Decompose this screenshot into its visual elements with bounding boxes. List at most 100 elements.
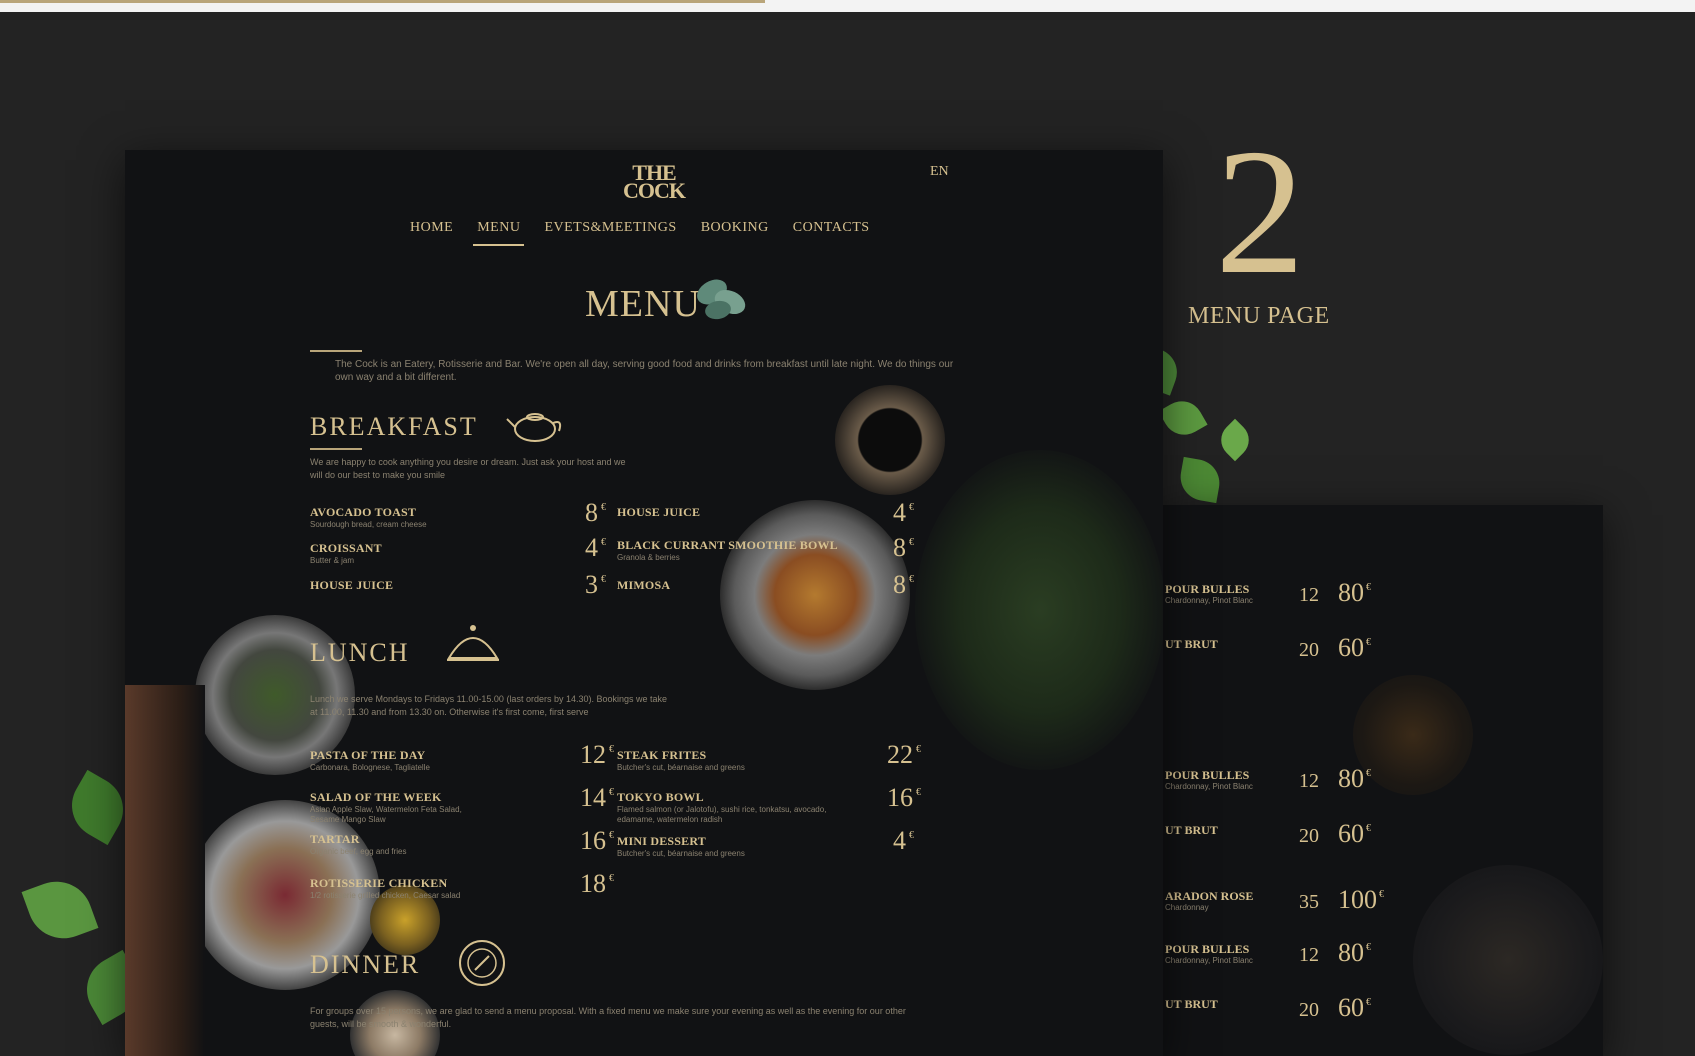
item-price: 4 €	[893, 826, 914, 855]
waffles-plate-photo	[720, 500, 910, 690]
divider	[310, 448, 362, 450]
menu-item: PASTA OF THE DAY Carbonara, Bolognese, T…	[310, 748, 575, 773]
nav-menu[interactable]: MENU	[465, 220, 532, 246]
item-name: ROTISSERIE CHICKEN	[310, 876, 448, 890]
drink-name: POUR BULLES	[1165, 942, 1250, 956]
cloche-icon	[447, 625, 499, 661]
drink-glass-price: 12	[1299, 944, 1319, 966]
drink-glass-price: 20	[1299, 825, 1319, 847]
item-name: BLACK CURRANT SMOOTHIE BOWL	[617, 538, 838, 552]
drink-bottle-price: 80 €	[1338, 764, 1371, 793]
page-title: MENU	[585, 283, 701, 325]
item-price: 4 €	[893, 498, 914, 527]
item-desc: Granola & berries	[617, 553, 680, 562]
nav-booking[interactable]: BOOKING	[689, 220, 781, 236]
nav-events[interactable]: EVETS&MEETINGS	[532, 220, 688, 236]
nav-contacts[interactable]: CONTACTS	[781, 220, 882, 236]
menu-item: AVOCADO TOAST Sourdough bread, cream che…	[310, 505, 575, 530]
menu-item: ROTISSERIE CHICKEN 1/2 rotisserie grille…	[310, 876, 575, 901]
logo-line2: COCK	[623, 178, 686, 203]
lunch-desc: Lunch we serve Mondays to Fridays 11.00-…	[310, 694, 668, 717]
menu-page-mockup: THE COCK EN HOME MENU EVETS&MEETINGS BOO…	[125, 150, 1163, 1056]
plant-photo	[915, 450, 1163, 770]
item-price: 22 €	[887, 740, 921, 769]
leaf-decoration	[1158, 393, 1208, 443]
item-price: 16 €	[580, 826, 614, 855]
item-price: 3 €	[585, 570, 606, 599]
main-nav: HOME MENU EVETS&MEETINGS BOOKING CONTACT…	[398, 220, 882, 246]
item-desc: Butter & jam	[310, 556, 355, 565]
drink-name: UT BRUT	[1165, 997, 1218, 1011]
nav-home[interactable]: HOME	[398, 220, 465, 236]
item-price: 14 €	[580, 783, 614, 812]
drink-name: POUR BULLES	[1165, 582, 1250, 596]
drink-name: POUR BULLES	[1165, 768, 1250, 782]
mint-leaves-icon	[697, 279, 746, 320]
drink-bottle-price: 60 €	[1338, 993, 1371, 1022]
item-name: HOUSE JUICE	[310, 578, 394, 592]
teapot-icon	[506, 413, 562, 442]
item-price: 8 €	[585, 498, 606, 527]
drink-bottle-price: 60 €	[1338, 819, 1371, 848]
leaf-decoration	[59, 769, 136, 846]
drink-name: UT BRUT	[1165, 823, 1218, 837]
drinks-row: UT BRUT 20 60 €	[1163, 993, 1603, 1033]
drink-bottle-price: 60 €	[1338, 633, 1371, 662]
item-price: 8 €	[893, 570, 914, 599]
item-name: STEAK FRITES	[617, 748, 707, 762]
item-price: 16 €	[887, 783, 921, 812]
language-switch[interactable]: EN	[930, 164, 949, 180]
item-name: TARTAR	[310, 832, 360, 846]
item-name: HOUSE JUICE	[617, 505, 701, 519]
menu-item: BLACK CURRANT SMOOTHIE BOWL Granola & be…	[617, 538, 882, 563]
dinner-title: DINNER	[310, 950, 421, 979]
item-name: MIMOSA	[617, 578, 671, 592]
divider	[310, 350, 362, 352]
item-price: 12 €	[580, 740, 614, 769]
drink-bottle-price: 80 €	[1338, 938, 1371, 967]
item-desc: Butcher's cut, béarnaise and greens	[617, 763, 745, 772]
drinks-row: ARADON ROSE Chardonnay 35 100 €	[1163, 885, 1603, 925]
breakfast-desc: We are happy to cook anything you desire…	[310, 457, 626, 480]
drink-glass-price: 20	[1299, 639, 1319, 661]
item-desc: Organic beef, egg and fries	[310, 847, 407, 856]
item-price: 8 €	[893, 533, 914, 562]
menu-item: CROISSANT Butter & jam	[310, 541, 575, 566]
drink-glass-price: 12	[1299, 584, 1319, 606]
item-desc: Sourdough bread, cream cheese	[310, 520, 427, 529]
dinner-desc: For groups over 15 persons, we are glad …	[310, 1006, 906, 1029]
intro-text: The Cock is an Eatery, Rotisserie and Ba…	[335, 359, 954, 383]
item-name: TOKYO BOWL	[617, 790, 704, 804]
menu-item: HOUSE JUICE	[310, 578, 575, 593]
item-desc: Asian Apple Slaw, Watermelon Feta Salad,…	[310, 805, 462, 824]
drink-bottle-price: 80 €	[1338, 578, 1371, 607]
leaf-decoration	[1176, 456, 1224, 504]
breakfast-title: BREAKFAST	[310, 412, 478, 441]
drinks-row: POUR BULLES Chardonnay, Pinot Blanc 12 80 €	[1163, 764, 1603, 804]
top-strip-accent	[0, 0, 765, 3]
item-name: CROISSANT	[310, 541, 382, 555]
hand-photo	[125, 685, 205, 1056]
drink-sub: Chardonnay, Pinot Blanc	[1165, 956, 1253, 965]
logo[interactable]: THE COCK	[604, 162, 704, 203]
item-desc: 1/2 rotisserie grilled chicken, Caesar s…	[310, 891, 461, 900]
drink-glass-price: 20	[1299, 999, 1319, 1021]
top-strip	[0, 0, 1695, 12]
leaf-decoration	[21, 871, 99, 949]
menu-item: TARTAR Organic beef, egg and fries	[310, 832, 575, 857]
menu-item: MIMOSA	[617, 578, 882, 593]
showcase-number: 2	[1215, 112, 1305, 311]
drinks-row: POUR BULLES Chardonnay, Pinot Blanc 12 80 €	[1163, 578, 1603, 618]
item-price: 18 €	[580, 869, 614, 898]
drinks-row: POUR BULLES Chardonnay, Pinot Blanc 12 80 €	[1163, 938, 1603, 978]
item-price: 4 €	[585, 533, 606, 562]
drinks-page-mockup: POUR BULLES Chardonnay, Pinot Blanc 12 80 € U…	[1163, 505, 1603, 1056]
drink-sub: Chardonnay	[1165, 903, 1209, 912]
drinks-row: UT BRUT 20 60 €	[1163, 819, 1603, 859]
menu-item: SALAD OF THE WEEK Asian Apple Slaw, Wate…	[310, 790, 575, 825]
item-desc: Flamed salmon (or Jalotofu), sushi rice,…	[617, 805, 827, 824]
item-desc: Butcher's cut, béarnaise and greens	[617, 849, 745, 858]
menu-item: STEAK FRITES Butcher's cut, béarnaise an…	[617, 748, 882, 773]
drink-sub: Chardonnay, Pinot Blanc	[1165, 596, 1253, 605]
drink-sub: Chardonnay, Pinot Blanc	[1165, 782, 1253, 791]
